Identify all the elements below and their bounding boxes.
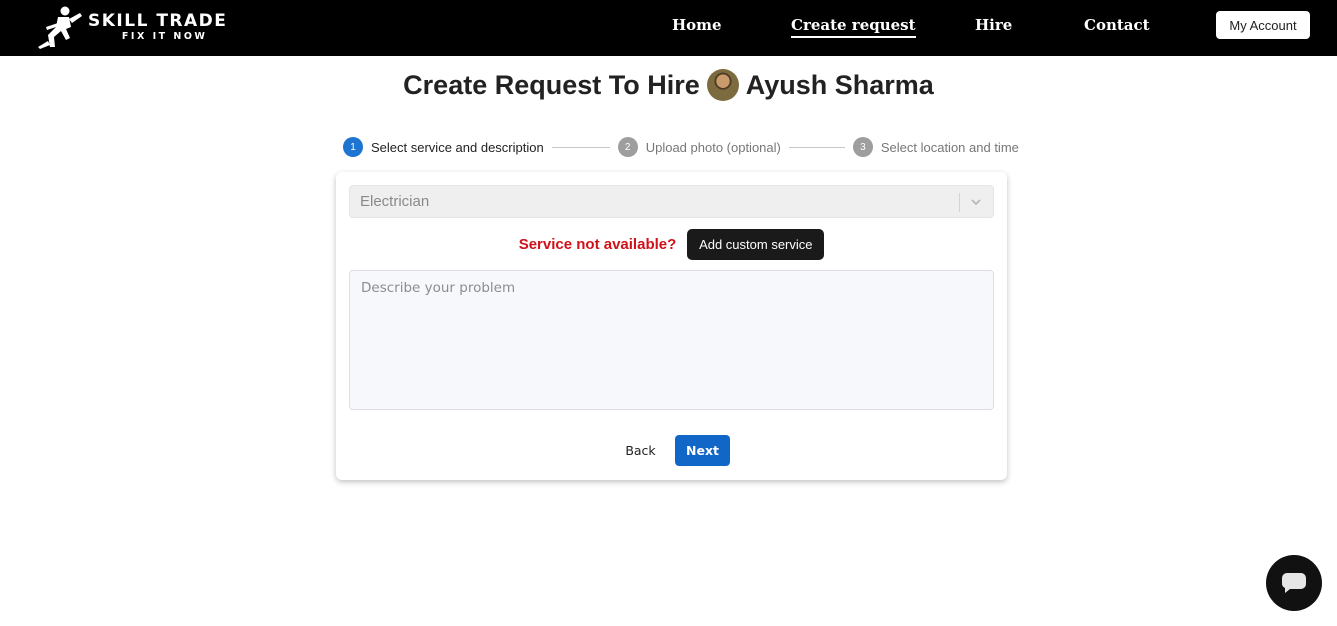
- worker-avatar: [706, 69, 739, 101]
- step-location-time: 3 Select location and time: [852, 137, 1019, 157]
- worker-logo-icon: [38, 6, 82, 49]
- step-label-1: Select service and description: [371, 139, 544, 155]
- back-button[interactable]: Back: [618, 435, 663, 466]
- step-label-2: Upload photo (optional): [645, 139, 781, 155]
- service-select-value: Electrician: [360, 193, 430, 210]
- nav-create-request-link[interactable]: Create request: [791, 16, 916, 38]
- step-upload-photo: 2 Upload photo (optional): [617, 137, 781, 157]
- step-connector: [551, 146, 610, 148]
- nav-hire-link[interactable]: Hire: [975, 16, 1012, 34]
- add-custom-service-button[interactable]: Add custom service: [687, 229, 825, 260]
- service-not-available-text: Service not available?: [518, 236, 677, 253]
- page-title-prefix: Create Request To Hire: [403, 69, 700, 100]
- next-button[interactable]: Next: [675, 435, 730, 466]
- chat-bubble-icon: [1281, 573, 1306, 593]
- request-stepper: 1 Select service and description 2 Uploa…: [343, 136, 1019, 158]
- nav-contact-link[interactable]: Contact: [1084, 16, 1150, 34]
- step-number-1: 1: [343, 137, 363, 157]
- chevron-down-icon[interactable]: [969, 195, 983, 209]
- brand-wordmark: SKILL TRADE FIX IT NOW: [88, 12, 227, 43]
- request-form-card: Electrician Service not available? Add c…: [336, 172, 1007, 480]
- step-select-service: 1 Select service and description: [343, 137, 544, 157]
- my-account-button[interactable]: My Account: [1216, 11, 1310, 39]
- select-separator: [959, 193, 960, 212]
- step-number-2: 2: [617, 137, 638, 157]
- page-title: Create Request To Hire Ayush Sharma: [0, 68, 1337, 102]
- problem-description-input[interactable]: [349, 270, 994, 410]
- chat-button[interactable]: [1266, 555, 1322, 611]
- worker-name: Ayush Sharma: [745, 69, 934, 100]
- brand-name: SKILL TRADE: [88, 10, 228, 31]
- step-number-3: 3: [852, 137, 873, 157]
- brand-logo[interactable]: SKILL TRADE FIX IT NOW: [36, 5, 227, 49]
- nav-home-link[interactable]: Home: [672, 16, 722, 34]
- brand-tagline: FIX IT NOW: [121, 30, 208, 42]
- step-label-3: Select location and time: [880, 139, 1019, 155]
- top-navbar: SKILL TRADE FIX IT NOW Home Create reque…: [0, 0, 1337, 56]
- step-connector: [788, 146, 845, 148]
- custom-service-row: Service not available? Add custom servic…: [336, 229, 1007, 260]
- service-select[interactable]: Electrician: [349, 185, 994, 218]
